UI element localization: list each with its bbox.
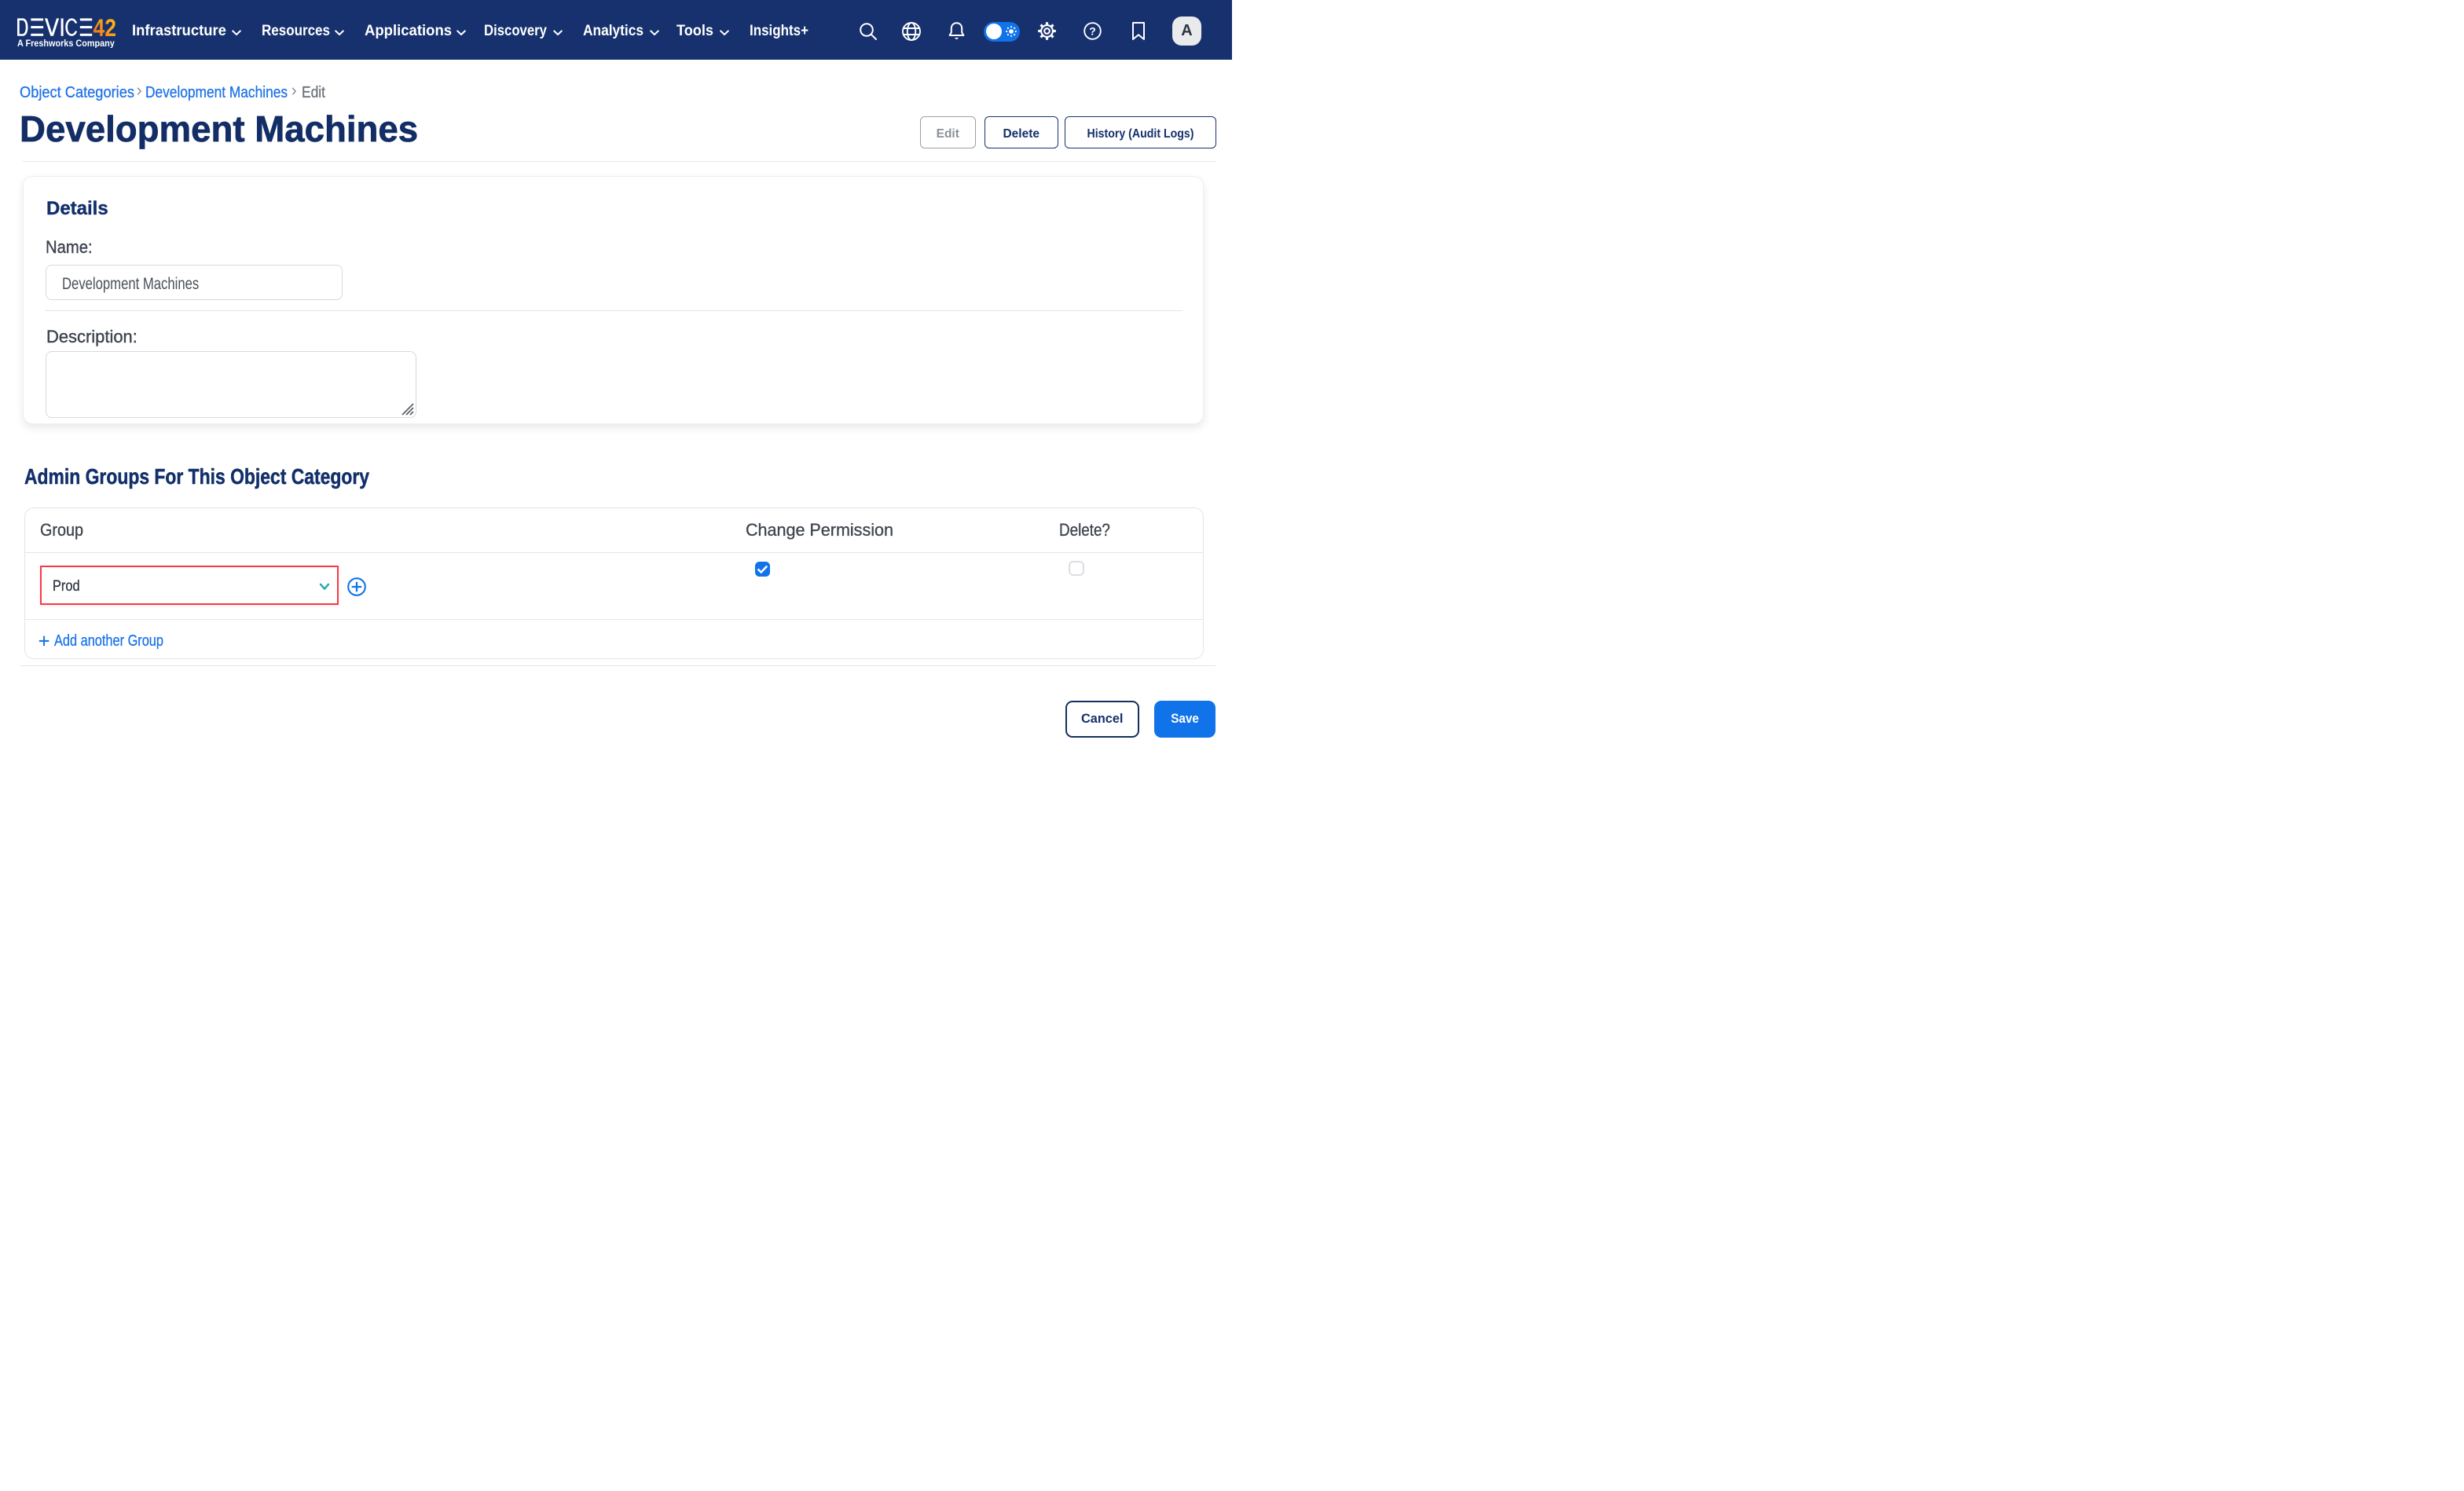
svg-text:42: 42 bbox=[93, 16, 116, 42]
svg-text:A Freshworks Company: A Freshworks Company bbox=[17, 39, 115, 48]
svg-text:?: ? bbox=[1089, 25, 1096, 38]
